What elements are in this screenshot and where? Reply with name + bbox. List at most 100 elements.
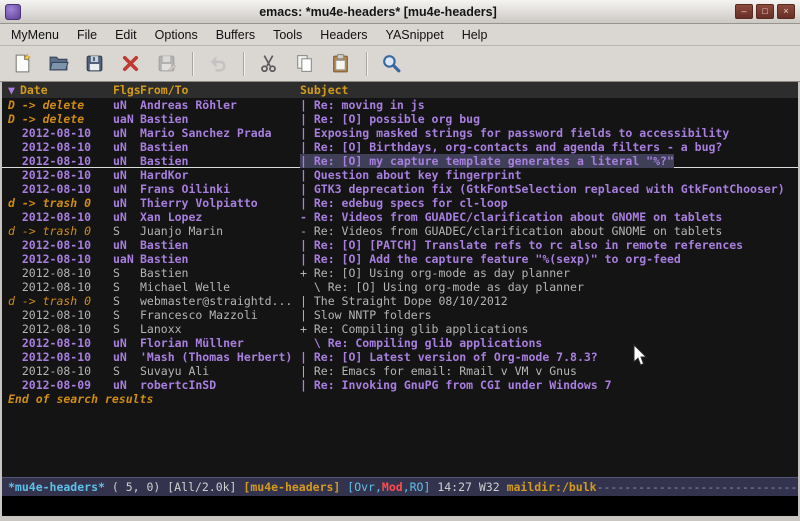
modeline-major-mode[interactable]: [mu4e-headers]	[243, 478, 347, 496]
search-icon[interactable]	[377, 49, 407, 79]
message-row[interactable]: 2012-08-10 uN Bastien | Re: [O] my captu…	[2, 154, 798, 168]
kill-buffer-icon[interactable]	[116, 49, 146, 79]
message-row[interactable]: 2012-08-10 S Lanoxx + Re: Compiling glib…	[2, 322, 798, 336]
emacs-frame: ▼Date Flgs From/To Subject D -> delete u…	[2, 82, 798, 516]
message-from: Bastien	[140, 252, 300, 266]
menu-buffers[interactable]: Buffers	[207, 25, 264, 45]
message-row[interactable]: d -> trash 0 uN Thierry Volpiatto | Re: …	[2, 196, 798, 210]
message-flags: S	[113, 224, 140, 238]
open-file-icon[interactable]	[44, 49, 74, 79]
message-row[interactable]: 2012-08-10 uN Bastien | Re: [O] [PATCH] …	[2, 238, 798, 252]
message-row[interactable]: 2012-08-10 S Suvayu Ali | Re: Emacs for …	[2, 364, 798, 378]
message-flags: S	[113, 308, 140, 322]
message-subject: \ Re: [O] Using org-mode as day planner	[300, 280, 584, 294]
menu-help[interactable]: Help	[453, 25, 497, 45]
message-date: 2012-08-10	[8, 266, 113, 280]
message-from: Michael Welle	[140, 280, 300, 294]
message-flags: uaN	[113, 252, 140, 266]
emacs-app-icon	[5, 4, 21, 20]
message-date: 2012-08-10	[8, 308, 113, 322]
message-date: 2012-08-10	[8, 252, 113, 266]
message-row[interactable]: 2012-08-10 uN Florian Müllner \ Re: Comp…	[2, 336, 798, 350]
modeline-maildir: maildir:/bulk	[507, 478, 597, 496]
menu-edit[interactable]: Edit	[106, 25, 146, 45]
message-flags: uN	[113, 126, 140, 140]
minimize-button[interactable]: –	[735, 4, 753, 19]
message-subject: | Re: Emacs for email: Rmail v VM v Gnus	[300, 364, 577, 378]
message-flags: uN	[113, 140, 140, 154]
message-date: 2012-08-10	[8, 168, 113, 182]
message-date: 2012-08-10	[8, 182, 113, 196]
message-flags: uN	[113, 168, 140, 182]
message-subject: | Question about key fingerprint	[300, 168, 522, 182]
message-row[interactable]: 2012-08-10 uN Mario Sanchez Prada | Expo…	[2, 126, 798, 140]
save-icon[interactable]	[80, 49, 110, 79]
sort-descending-icon: ▼	[8, 83, 15, 97]
message-date: 2012-08-10	[8, 322, 113, 336]
maximize-button[interactable]: □	[756, 4, 774, 19]
buffer-empty-space[interactable]	[2, 406, 798, 477]
message-flags: uN	[113, 154, 140, 168]
modeline-modified-flag[interactable]: Mod	[382, 478, 403, 496]
message-subject: | Re: Invoking GnuPG from CGI under Wind…	[300, 378, 612, 392]
message-date: d -> trash 0	[8, 294, 113, 308]
message-subject: | Re: [O] possible org bug	[300, 112, 480, 126]
message-row[interactable]: D -> delete uN Andreas Röhler | Re: movi…	[2, 98, 798, 112]
message-flags: uN	[113, 350, 140, 364]
message-subject: | Re: [O] Add the capture feature "%(sex…	[300, 252, 681, 266]
message-row[interactable]: 2012-08-10 uN 'Mash (Thomas Herbert) | R…	[2, 350, 798, 364]
paste-icon[interactable]	[326, 49, 356, 79]
message-row[interactable]: 2012-08-09 uN robertcInSD | Re: Invoking…	[2, 378, 798, 392]
message-row[interactable]: 2012-08-10 uaN Bastien | Re: [O] Add the…	[2, 252, 798, 266]
close-button[interactable]: ×	[777, 4, 795, 19]
save-as-icon	[152, 49, 182, 79]
message-row[interactable]: d -> trash 0 S Juanjo Marin - Re: Videos…	[2, 224, 798, 238]
message-from: Xan Lopez	[140, 210, 300, 224]
message-row[interactable]: 2012-08-10 uN Frans Oilinki | GTK3 depre…	[2, 182, 798, 196]
message-from: Juanjo Marin	[140, 224, 300, 238]
message-row[interactable]: D -> delete uaN Bastien | Re: [O] possib…	[2, 112, 798, 126]
message-row[interactable]: 2012-08-10 uN Xan Lopez - Re: Videos fro…	[2, 210, 798, 224]
message-row[interactable]: 2012-08-10 S Francesco Mazzoli | Slow NN…	[2, 308, 798, 322]
message-subject: | The Straight Dope 08/10/2012	[300, 294, 508, 308]
message-subject: \ Re: Compiling glib applications	[300, 336, 542, 350]
message-subject: | Exposing masked strings for password f…	[300, 126, 729, 140]
menu-file[interactable]: File	[68, 25, 106, 45]
message-date: D -> delete	[8, 98, 113, 112]
message-from: Andreas Röhler	[140, 98, 300, 112]
titlebar[interactable]: emacs: *mu4e-headers* [mu4e-headers] –□×	[0, 0, 800, 24]
message-row[interactable]: 2012-08-10 uN HardKor | Question about k…	[2, 168, 798, 182]
message-flags: S	[113, 266, 140, 280]
menu-tools[interactable]: Tools	[264, 25, 311, 45]
message-from: HardKor	[140, 168, 300, 182]
message-row[interactable]: d -> trash 0 S webmaster@straightd... | …	[2, 294, 798, 308]
message-from: Thierry Volpiatto	[140, 196, 300, 210]
menu-mymenu[interactable]: MyMenu	[2, 25, 68, 45]
toolbar-separator	[366, 52, 367, 76]
modeline-buffer-name[interactable]: *mu4e-headers*	[8, 478, 105, 496]
column-header-date[interactable]: ▼Date	[8, 82, 113, 98]
end-of-results-text: End of search results	[2, 392, 798, 406]
column-header-flags[interactable]: Flgs	[113, 82, 140, 98]
message-row[interactable]: 2012-08-10 S Michael Welle \ Re: [O] Usi…	[2, 280, 798, 294]
menu-yasnippet[interactable]: YASnippet	[377, 25, 453, 45]
message-row[interactable]: 2012-08-10 uN Bastien | Re: [O] Birthday…	[2, 140, 798, 154]
new-file-icon[interactable]	[8, 49, 38, 79]
column-header-subject[interactable]: Subject	[300, 82, 798, 98]
message-row[interactable]: 2012-08-10 S Bastien + Re: [O] Using org…	[2, 266, 798, 280]
message-from: Suvayu Ali	[140, 364, 300, 378]
menu-headers[interactable]: Headers	[311, 25, 376, 45]
copy-icon[interactable]	[290, 49, 320, 79]
message-from: Lanoxx	[140, 322, 300, 336]
column-header-from[interactable]: From/To	[140, 82, 300, 98]
message-date: 2012-08-09	[8, 378, 113, 392]
menu-options[interactable]: Options	[146, 25, 207, 45]
message-from: Bastien	[140, 140, 300, 154]
message-subject: | Re: [O] [PATCH] Translate refs to rc a…	[300, 238, 743, 252]
header-line: ▼Date Flgs From/To Subject	[2, 82, 798, 98]
message-list: D -> delete uN Andreas Röhler | Re: movi…	[2, 98, 798, 392]
message-subject: | Re: [O] my capture template generates …	[300, 154, 674, 168]
cut-icon[interactable]	[254, 49, 284, 79]
message-flags: uN	[113, 378, 140, 392]
echo-area	[2, 496, 798, 516]
